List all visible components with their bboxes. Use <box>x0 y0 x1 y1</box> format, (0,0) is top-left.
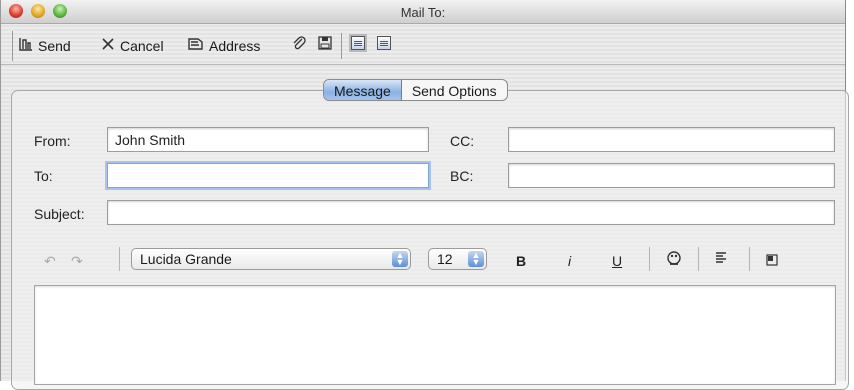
tab-send-options[interactable]: Send Options <box>402 80 507 100</box>
bc-label: BC: <box>450 168 474 184</box>
send-button[interactable]: Send <box>18 36 71 56</box>
font-size-value: 12 <box>437 251 453 267</box>
attachment-icon[interactable] <box>291 36 307 56</box>
toolbar-divider <box>12 31 13 61</box>
to-field[interactable] <box>107 163 429 188</box>
view-layout-alt-icon[interactable] <box>377 36 391 50</box>
cancel-icon <box>100 36 116 56</box>
select-arrows-icon: ▲ ▼ <box>392 251 408 267</box>
cancel-button[interactable]: Cancel <box>100 36 164 56</box>
bold-button[interactable]: B <box>516 253 526 269</box>
address-book-icon <box>187 36 205 56</box>
font-family-value: Lucida Grande <box>140 251 232 267</box>
insert-image-icon[interactable] <box>766 253 778 269</box>
tab-message[interactable]: Message <box>324 80 402 100</box>
cancel-label: Cancel <box>120 38 164 54</box>
from-label: From: <box>34 133 71 149</box>
send-icon <box>18 36 34 56</box>
format-divider <box>698 247 699 271</box>
underline-button[interactable]: U <box>612 253 622 269</box>
cc-label: CC: <box>450 133 475 149</box>
bc-field[interactable] <box>508 163 835 188</box>
save-icon[interactable] <box>318 36 332 54</box>
message-body-textarea[interactable] <box>34 285 836 385</box>
font-size-select[interactable]: 12 ▲ ▼ <box>428 248 487 270</box>
font-family-select[interactable]: Lucida Grande ▲ ▼ <box>131 248 411 270</box>
title-bar[interactable]: Mail To: <box>1 0 845 24</box>
undo-icon[interactable]: ↶ <box>44 253 56 270</box>
cc-field[interactable] <box>508 127 835 152</box>
view-layout-icon[interactable] <box>351 36 365 50</box>
redo-icon[interactable]: ↷ <box>71 253 83 270</box>
format-divider <box>119 247 120 271</box>
subject-label: Subject: <box>34 206 85 222</box>
toolbar-divider <box>341 33 342 59</box>
address-label: Address <box>209 38 261 54</box>
subject-field[interactable] <box>107 200 835 225</box>
toolbar: Send Cancel Address <box>1 25 845 65</box>
align-icon[interactable] <box>715 251 727 268</box>
to-label: To: <box>34 168 53 184</box>
format-divider <box>649 247 650 271</box>
send-label: Send <box>38 38 71 54</box>
window-title: Mail To: <box>400 5 446 20</box>
format-divider <box>749 247 750 271</box>
italic-button[interactable]: i <box>568 253 571 269</box>
text-color-icon[interactable] <box>665 250 683 271</box>
select-arrows-icon: ▲ ▼ <box>468 251 484 267</box>
mail-compose-window: Mail To: Send Cancel Address Message Sen… <box>0 0 849 390</box>
address-button[interactable]: Address <box>187 36 260 56</box>
tab-bar: Message Send Options <box>323 79 508 101</box>
from-field[interactable]: John Smith <box>107 127 429 152</box>
